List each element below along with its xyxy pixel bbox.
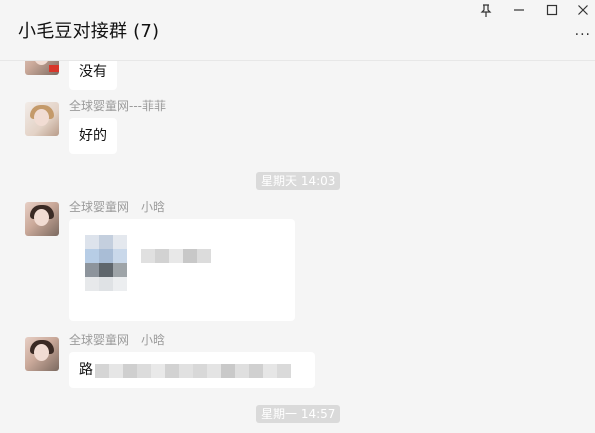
minimize-icon[interactable] <box>511 4 527 20</box>
title-bar: 小毛豆对接群 (7) ··· <box>0 0 595 61</box>
sender-name: 全球婴童网 小晗 <box>69 333 166 347</box>
timestamp: 星期天 14:03 <box>256 172 341 190</box>
chat-area[interactable]: 没有 全球婴童网---菲菲 好的 星期天 14:03 全球婴童网 小晗 全球婴童… <box>0 61 595 433</box>
avatar[interactable] <box>25 102 59 136</box>
avatar[interactable] <box>25 337 59 371</box>
chat-title: 小毛豆对接群 (7) <box>18 21 160 42</box>
timestamp: 星期一 14:57 <box>256 405 341 423</box>
pin-icon[interactable] <box>478 4 494 20</box>
message-bubble[interactable]: 没有 <box>69 61 117 90</box>
sender-name: 全球婴童网---菲菲 <box>69 99 166 113</box>
close-icon[interactable] <box>575 4 591 20</box>
message-text: 路 <box>79 362 93 378</box>
maximize-icon[interactable] <box>544 4 560 20</box>
image-message[interactable] <box>69 219 295 321</box>
message-bubble[interactable]: 好的 <box>69 118 117 154</box>
avatar[interactable] <box>25 202 59 236</box>
flag-icon <box>49 65 59 72</box>
more-dots-icon[interactable]: ··· <box>575 28 591 42</box>
sender-name: 全球婴童网 小晗 <box>69 200 166 214</box>
message-bubble[interactable]: 路 <box>69 352 315 388</box>
